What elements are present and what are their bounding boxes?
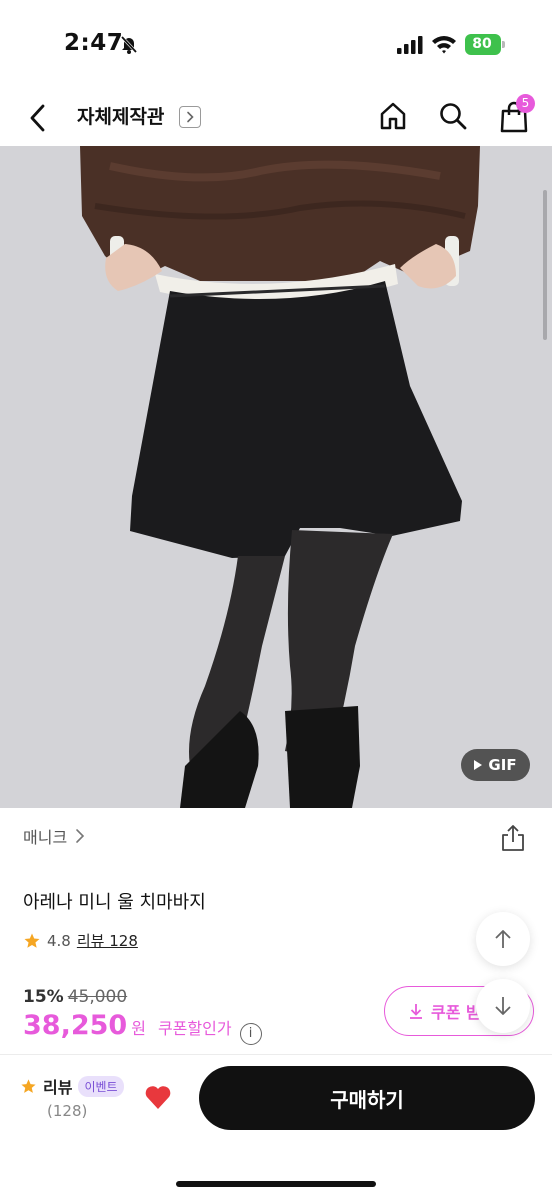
star-icon (21, 1078, 36, 1093)
status-bar: 2:47 80 (0, 0, 552, 90)
currency-label: 원 (131, 1019, 146, 1038)
nav-bar: 자체제작관 (0, 90, 552, 146)
store-link-button[interactable] (179, 106, 201, 128)
review-count: (128) (47, 1102, 88, 1120)
store-title[interactable]: 자체제작관 (77, 102, 164, 129)
coupon-price-label: 쿠폰할인가 (157, 1019, 232, 1038)
arrow-down-icon (495, 997, 511, 1015)
arrow-up-icon (495, 930, 511, 948)
back-icon (30, 104, 45, 132)
download-icon (410, 1004, 422, 1019)
brand-name: 매니크 (23, 828, 68, 847)
status-time: 2:47 (64, 30, 124, 56)
battery-level: 80 (472, 36, 492, 52)
rating-value: 4.8 (47, 931, 71, 950)
bottom-review-label: 리뷰 (43, 1078, 73, 1097)
home-indicator[interactable] (176, 1181, 376, 1187)
product-image[interactable] (0, 146, 552, 808)
product-name: 아레나 미니 울 치마바지 (23, 892, 206, 913)
play-icon (474, 760, 483, 770)
back-button[interactable] (20, 98, 56, 138)
home-icon (380, 102, 406, 130)
scroll-bottom-button[interactable] (476, 979, 530, 1033)
chevron-right-icon (187, 111, 194, 123)
cart-count-badge: 5 (516, 94, 535, 113)
discount-rate: 15% (23, 987, 64, 1007)
rating-row: 4.8 리뷰 128 (23, 930, 138, 951)
signal-icon (397, 36, 423, 54)
info-icon[interactable]: i (239, 1022, 262, 1045)
event-badge: 이벤트 (78, 1075, 124, 1097)
product-photo-illustration (80, 146, 480, 808)
chevron-right-icon (76, 829, 85, 843)
image-scroll-thumb[interactable] (543, 190, 547, 340)
brand-link[interactable]: 매니크 (23, 824, 85, 848)
gif-play-button[interactable]: GIF (461, 749, 530, 781)
bottom-review-button[interactable]: 리뷰 이벤트 (20, 1074, 124, 1098)
sale-price: 38,250 (23, 1010, 128, 1041)
bottom-bar-divider (0, 1054, 552, 1055)
buy-button[interactable]: 구매하기 (199, 1066, 535, 1130)
scroll-top-button[interactable] (476, 912, 530, 966)
discount-row: 15% 45,000 (23, 987, 127, 1007)
heart-icon[interactable] (143, 1082, 173, 1112)
wifi-icon (432, 36, 456, 54)
star-icon (24, 933, 40, 948)
battery-tip (502, 41, 505, 48)
price-row: 38,250 원 쿠폰할인가 i (23, 1010, 262, 1045)
battery-icon: 80 (465, 34, 505, 55)
home-button[interactable] (375, 98, 411, 134)
search-icon (440, 103, 467, 130)
original-price: 45,000 (67, 987, 128, 1007)
search-button[interactable] (435, 98, 471, 134)
review-link[interactable]: 리뷰 128 (77, 930, 138, 951)
share-icon[interactable] (500, 824, 526, 852)
coupon-button-label: 쿠폰 받 (431, 1003, 481, 1022)
bell-slash-icon (120, 35, 138, 54)
gif-label: GIF (488, 756, 517, 774)
